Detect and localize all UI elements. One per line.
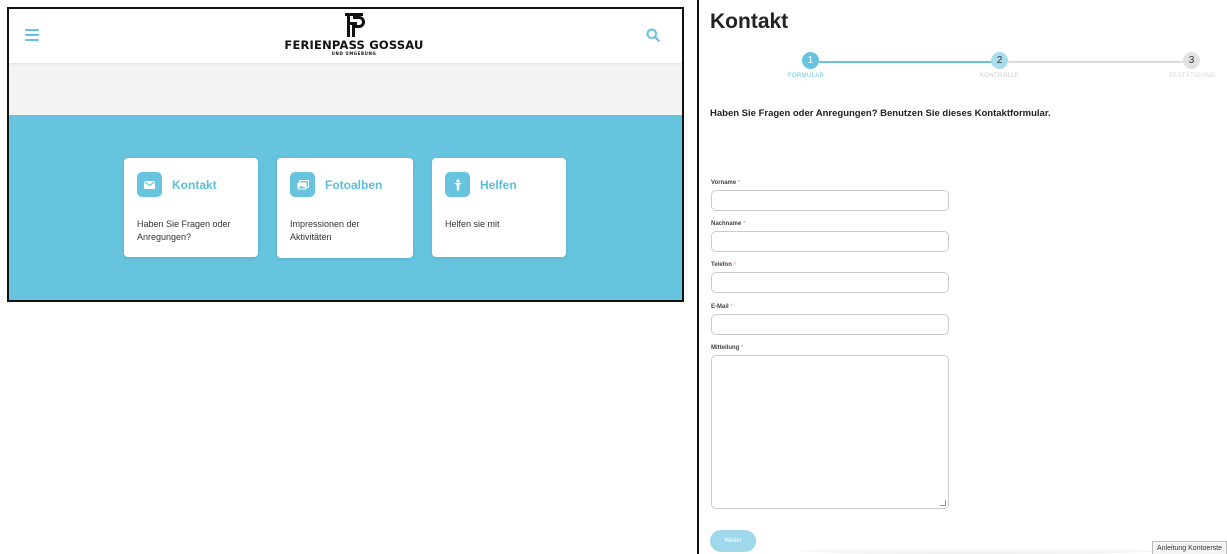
- step-3-indicator: 3: [1183, 52, 1200, 69]
- nachname-field[interactable]: [711, 231, 949, 252]
- contact-form-screenshot: Kontakt 1 FORMULAR 2 KONTROLLE 3 BESTÄTI…: [697, 0, 1227, 554]
- step-connector: [819, 61, 995, 63]
- footer-divider: [799, 548, 1159, 554]
- email-label: E-Mail *: [711, 304, 733, 310]
- vorname-field[interactable]: [711, 190, 949, 211]
- step-2-indicator: 2: [991, 52, 1008, 69]
- tile-description: Impressionen der Aktivitäten: [290, 219, 360, 242]
- tile-description: Haben Sie Fragen oder Anregungen?: [137, 219, 231, 242]
- telefon-label: Telefon *: [711, 262, 736, 268]
- telefon-field[interactable]: [711, 272, 949, 293]
- hero-spacer: [9, 63, 682, 115]
- page-title: Kontakt: [710, 10, 789, 33]
- envelope-icon: [137, 172, 162, 197]
- step-3-label: BESTÄTIGUNG: [1169, 73, 1216, 79]
- site-logo[interactable]: FERIENPASS GOSSAU UND UMGEBUNG: [279, 11, 429, 61]
- logo-wordmark: FERIENPASS GOSSAU: [284, 38, 424, 52]
- tile-title: Fotoalben: [325, 177, 383, 192]
- helfen-tile[interactable]: Helfen Helfen sie mit: [432, 158, 566, 257]
- fotoalben-tile[interactable]: Fotoalben Impressionen der Aktivitäten: [277, 158, 413, 258]
- kontakt-tile[interactable]: Kontakt Haben Sie Fragen oder Anregungen…: [124, 158, 258, 257]
- homepage-screenshot: FERIENPASS GOSSAU UND UMGEBUNG Kontakt H…: [7, 7, 684, 302]
- tile-title: Kontakt: [172, 177, 217, 192]
- feature-tiles-section: Kontakt Haben Sie Fragen oder Anregungen…: [9, 115, 682, 300]
- fp-logo-mark-icon: [345, 13, 365, 37]
- step-1-label: FORMULAR: [788, 73, 825, 79]
- mitteilung-textarea[interactable]: [711, 355, 949, 509]
- helper-icon: [445, 172, 470, 197]
- help-tab[interactable]: Anleitung Kontoerste: [1152, 541, 1227, 554]
- form-stepper: 1 FORMULAR 2 KONTROLLE 3 BESTÄTIGUNG: [699, 52, 1227, 86]
- step-connector: [1003, 61, 1183, 63]
- step-1-indicator: 1: [802, 52, 819, 69]
- weiter-button[interactable]: Weiter: [710, 530, 756, 552]
- site-header: FERIENPASS GOSSAU UND UMGEBUNG: [9, 9, 682, 63]
- mitteilung-label: Mitteilung *: [711, 345, 744, 351]
- vorname-label: Vorname *: [711, 180, 741, 186]
- form-intro: Haben Sie Fragen oder Anregungen? Benutz…: [710, 108, 1051, 119]
- search-icon[interactable]: [646, 28, 660, 42]
- email-field[interactable]: [711, 314, 949, 335]
- hamburger-menu-icon[interactable]: [25, 29, 39, 41]
- photos-icon: [290, 172, 315, 197]
- tile-description: Helfen sie mit: [445, 219, 500, 229]
- tile-title: Helfen: [480, 177, 517, 192]
- nachname-label: Nachname *: [711, 221, 746, 227]
- step-2-label: KONTROLLE: [980, 73, 1020, 79]
- resize-handle-icon[interactable]: [940, 500, 946, 506]
